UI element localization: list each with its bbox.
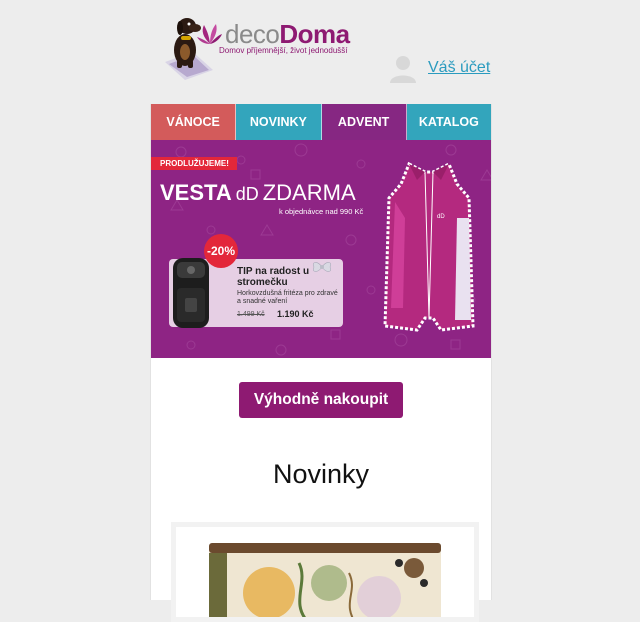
banner-title-logo: dD bbox=[235, 184, 259, 204]
product-card[interactable] bbox=[171, 522, 479, 622]
shop-now-button[interactable]: Výhodně nakoupit bbox=[238, 382, 404, 418]
banner-title-rest: ZDARMA bbox=[262, 180, 356, 205]
nav-item-advent[interactable]: ADVENT bbox=[321, 104, 407, 140]
email-body: VÁNOCE NOVINKY ADVENT KATALOG PRODLUŽUJE… bbox=[150, 104, 492, 622]
discount-badge: -20% bbox=[204, 234, 238, 268]
category-nav: VÁNOCE NOVINKY ADVENT KATALOG bbox=[151, 104, 491, 140]
cta-area: Výhodně nakoupit bbox=[151, 382, 491, 418]
price-old: 1.499 Kč bbox=[237, 311, 265, 318]
account-area: Váš účet bbox=[388, 53, 490, 83]
vest-image: dD bbox=[383, 161, 475, 332]
nav-item-novinky[interactable]: NOVINKY bbox=[236, 104, 322, 140]
gift-bow-icon bbox=[312, 262, 332, 272]
promo-description: Horkovzdušná fritéza pro zdravé a snadné… bbox=[237, 290, 338, 305]
header: deco Doma Domov příjemnější, život jednod… bbox=[0, 0, 640, 104]
nav-item-katalog[interactable]: KATALOG bbox=[406, 104, 491, 140]
user-icon[interactable] bbox=[388, 53, 418, 83]
banner-subtitle: k objednávce nad 990 Kč bbox=[279, 207, 364, 216]
section-title: Novinky bbox=[272, 459, 370, 489]
banner-title-bold: VESTA bbox=[160, 180, 232, 205]
flower-icon bbox=[197, 24, 222, 44]
decodoma-logo[interactable]: deco Doma Domov příjemnější, život jednod… bbox=[163, 12, 353, 82]
brand-tagline: Domov příjemnější, život jednodušší bbox=[219, 46, 348, 55]
product-image bbox=[209, 543, 441, 617]
air-fryer-image bbox=[173, 258, 209, 328]
banner-ribbon: PRODLUŽUJEME! bbox=[151, 157, 237, 170]
banner-title: VESTA dD ZDARMA bbox=[160, 180, 356, 206]
price-new: 1.190 Kč bbox=[277, 309, 314, 319]
svg-text:dD: dD bbox=[437, 214, 445, 220]
brand-name-deco: deco bbox=[225, 18, 280, 49]
account-link[interactable]: Váš účet bbox=[428, 59, 490, 77]
brand-name-doma: Doma bbox=[279, 18, 350, 49]
promo-banner[interactable]: PRODLUŽUJEME! VESTA dD ZDARMA k objednávce… bbox=[151, 140, 491, 358]
nav-item-vanoce[interactable]: VÁNOCE bbox=[151, 104, 237, 140]
